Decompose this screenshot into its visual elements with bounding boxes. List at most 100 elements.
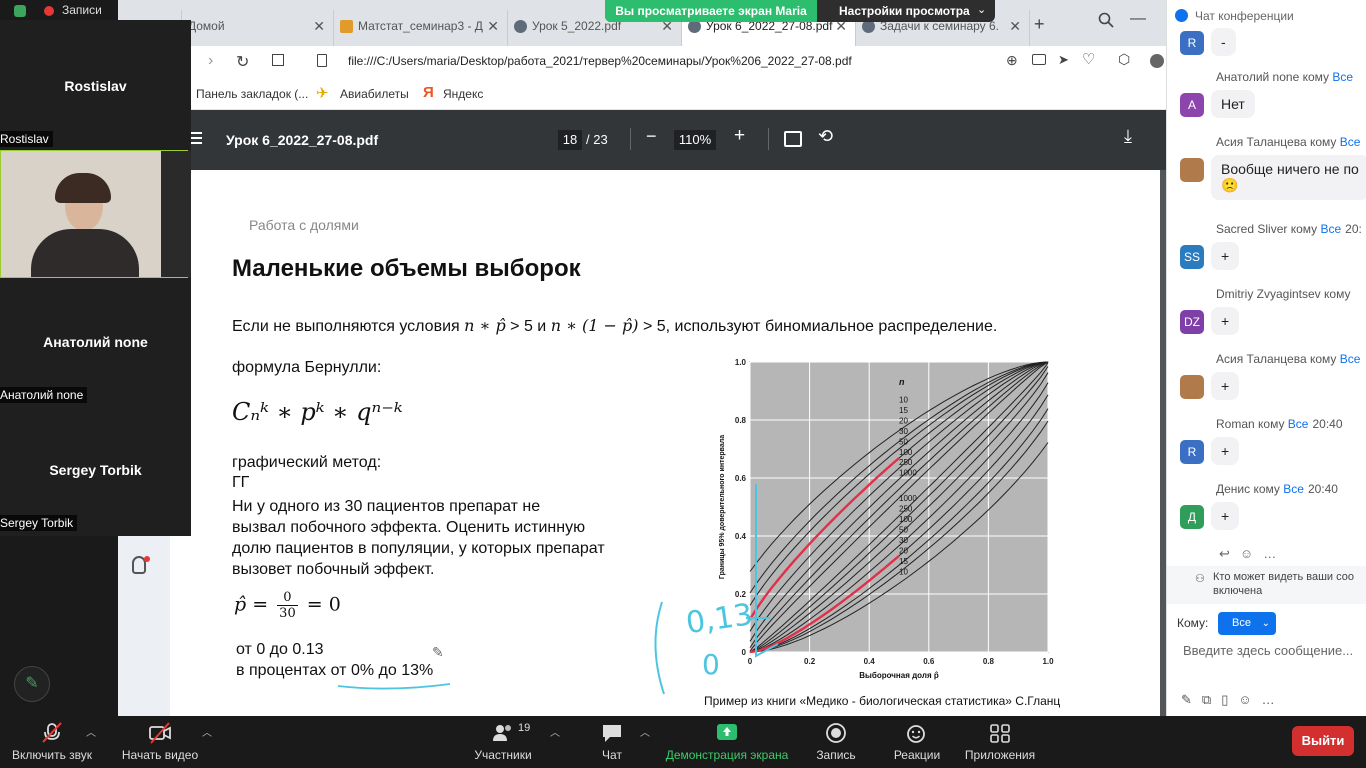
emoji-icon[interactable]: ☺ — [1238, 692, 1261, 707]
close-icon[interactable]: ✕ — [1009, 10, 1021, 42]
share-screen-button[interactable]: Демонстрация экрана — [664, 716, 790, 768]
bookmark-flights[interactable]: Авиабилеты — [340, 87, 409, 101]
new-tab-button[interactable]: + — [1034, 14, 1045, 35]
more-icon[interactable]: … — [1263, 546, 1286, 561]
fit-page-icon[interactable] — [784, 131, 802, 147]
divider — [630, 128, 631, 150]
participant-tile[interactable]: Анатолий none Анатолий none — [0, 280, 191, 408]
cube-icon[interactable]: ⬡ — [1118, 51, 1130, 68]
format-icon[interactable]: ✎ — [1181, 692, 1202, 707]
participant-tile[interactable]: Sergey Torbik Sergey Torbik — [0, 408, 191, 536]
reply-icon[interactable]: ↩ — [1219, 546, 1240, 561]
leave-button[interactable]: Выйти — [1292, 726, 1354, 756]
notification-dot — [144, 556, 150, 562]
zoom-input[interactable]: 110% — [674, 130, 716, 150]
chart-caption: Пример из книги «Медико - биологическая … — [704, 694, 1061, 708]
chevron-down-icon[interactable]: ⌄ — [977, 3, 986, 16]
message-input[interactable]: Введите здесь сообщение... — [1183, 643, 1353, 658]
y-tick-label: 1.0 — [735, 358, 747, 367]
curve-label: 50 — [899, 437, 908, 446]
smile-plus-icon — [907, 725, 925, 743]
bernoulli-formula: Cₙᵏ ∗ pᵏ ∗ qⁿ⁻ᵏ — [232, 398, 403, 426]
message-bubble[interactable]: + — [1211, 307, 1240, 335]
y-tick-label: 0.4 — [735, 532, 747, 541]
message-bubble[interactable]: + — [1211, 242, 1240, 270]
search-icon[interactable] — [1098, 12, 1114, 28]
participants-button[interactable]: 19 Участники — [464, 716, 542, 768]
recipient-label: Кому: — [1177, 616, 1209, 630]
recipient-select[interactable]: Все ⌄ — [1218, 612, 1276, 635]
zoom-in-button[interactable]: + — [734, 125, 745, 147]
more-icon[interactable]: … — [1262, 692, 1285, 707]
message-bubble[interactable]: + — [1211, 502, 1240, 530]
forward-icon[interactable]: › — [208, 52, 213, 70]
x-tick-label: 0.4 — [864, 657, 876, 666]
x-tick-label: 0.2 — [804, 657, 816, 666]
send-icon[interactable]: ➤ — [1058, 52, 1069, 68]
bernoulli-label: формула Бернулли: — [232, 359, 382, 376]
screenshot-icon[interactable]: ⧉ — [1202, 692, 1221, 707]
reload-icon[interactable]: ↻ — [236, 52, 249, 72]
avatar — [1180, 158, 1204, 182]
record-button[interactable]: Запись — [810, 716, 862, 768]
heart-icon[interactable]: ♡ — [1082, 50, 1095, 68]
curve-label: 15 — [899, 557, 908, 566]
message-bubble[interactable]: - — [1211, 28, 1236, 56]
curve-label: 100 — [899, 448, 913, 457]
share-screen-icon — [717, 724, 737, 740]
download-icon[interactable]: ⤓ — [1124, 126, 1132, 147]
chat-button[interactable]: Чат — [586, 716, 638, 768]
participant-tile[interactable]: Rostislav Rostislav — [0, 20, 191, 147]
zoom-out-button[interactable]: − — [646, 126, 657, 147]
chevron-up-icon[interactable]: ︿ — [86, 724, 96, 739]
avatar — [1180, 375, 1204, 399]
menu-icon[interactable] — [190, 132, 202, 134]
y-axis-label: Границы 95% доверительного интервала — [719, 435, 726, 579]
page-number-input[interactable]: 18 — [558, 130, 582, 150]
curve-label: 20 — [899, 546, 908, 555]
tab-matstat[interactable]: Матстат_семинар3 - Д ✕ — [334, 10, 508, 46]
start-video-button[interactable]: Начать видео — [116, 716, 204, 768]
reactions-button[interactable]: Реакции — [888, 716, 946, 768]
message-bubble[interactable]: Вообще ничего не по 🙁 — [1211, 155, 1366, 200]
people-icon — [493, 725, 511, 741]
plane-icon: ✈ — [316, 85, 329, 102]
close-icon[interactable]: ✕ — [487, 10, 499, 42]
message-bubble[interactable]: Нет — [1211, 90, 1255, 118]
chevron-up-icon[interactable]: ︿ — [202, 724, 212, 739]
p-hat-formula: p̂ = 0 30 = 0 — [234, 590, 341, 621]
chevron-up-icon[interactable]: ︿ — [640, 724, 650, 739]
meeting-toolbar: Включить звук ︿ Начать видео ︿ 19 Участн… — [0, 716, 1366, 768]
bookmarks-panel-link[interactable]: Панель закладок (... — [196, 87, 308, 101]
emoji-icon[interactable]: ☺ — [1240, 546, 1263, 561]
participant-video-tile[interactable] — [0, 150, 191, 278]
zoom-icon[interactable]: ⊕ — [1006, 52, 1018, 69]
message-bubble[interactable]: + — [1211, 437, 1240, 465]
view-options-button[interactable]: Настройки просмотра — [839, 4, 970, 18]
bookmark-yandex[interactable]: Яндекс — [443, 87, 483, 101]
participant-label: Анатолий none — [0, 387, 88, 403]
avatar: R — [1180, 440, 1204, 464]
person-icon: ⚇ — [1195, 573, 1205, 585]
tabs-grid-icon[interactable] — [272, 54, 284, 66]
url-field[interactable]: file:///C:/Users/maria/Desktop/работа_20… — [348, 54, 852, 68]
handwritten-value: 0,13 — [684, 597, 755, 641]
curve-label: 20 — [899, 416, 908, 425]
file-icon[interactable]: ▯ — [1221, 692, 1238, 707]
y-tick-label: 0.6 — [735, 474, 747, 483]
rotate-icon[interactable]: ⟲ — [818, 126, 833, 147]
profile-icon[interactable] — [1150, 54, 1164, 68]
annotate-pencil-button[interactable]: ✎ — [14, 666, 50, 702]
message-bubble[interactable]: + — [1211, 372, 1240, 400]
person-body — [31, 229, 139, 277]
close-icon[interactable]: ✕ — [313, 10, 325, 42]
participant-name: Rostislav — [64, 78, 127, 94]
minimize-icon[interactable]: — — [1130, 10, 1146, 28]
curve-label: 10 — [899, 567, 908, 576]
camera-icon[interactable] — [1032, 54, 1046, 65]
divider — [768, 128, 769, 150]
x-tick-label: 0.6 — [923, 657, 935, 666]
message-sender: Асия Таланцева кому Все — [1216, 352, 1361, 366]
chevron-up-icon[interactable]: ︿ — [550, 724, 560, 739]
apps-button[interactable]: Приложения — [962, 716, 1038, 768]
